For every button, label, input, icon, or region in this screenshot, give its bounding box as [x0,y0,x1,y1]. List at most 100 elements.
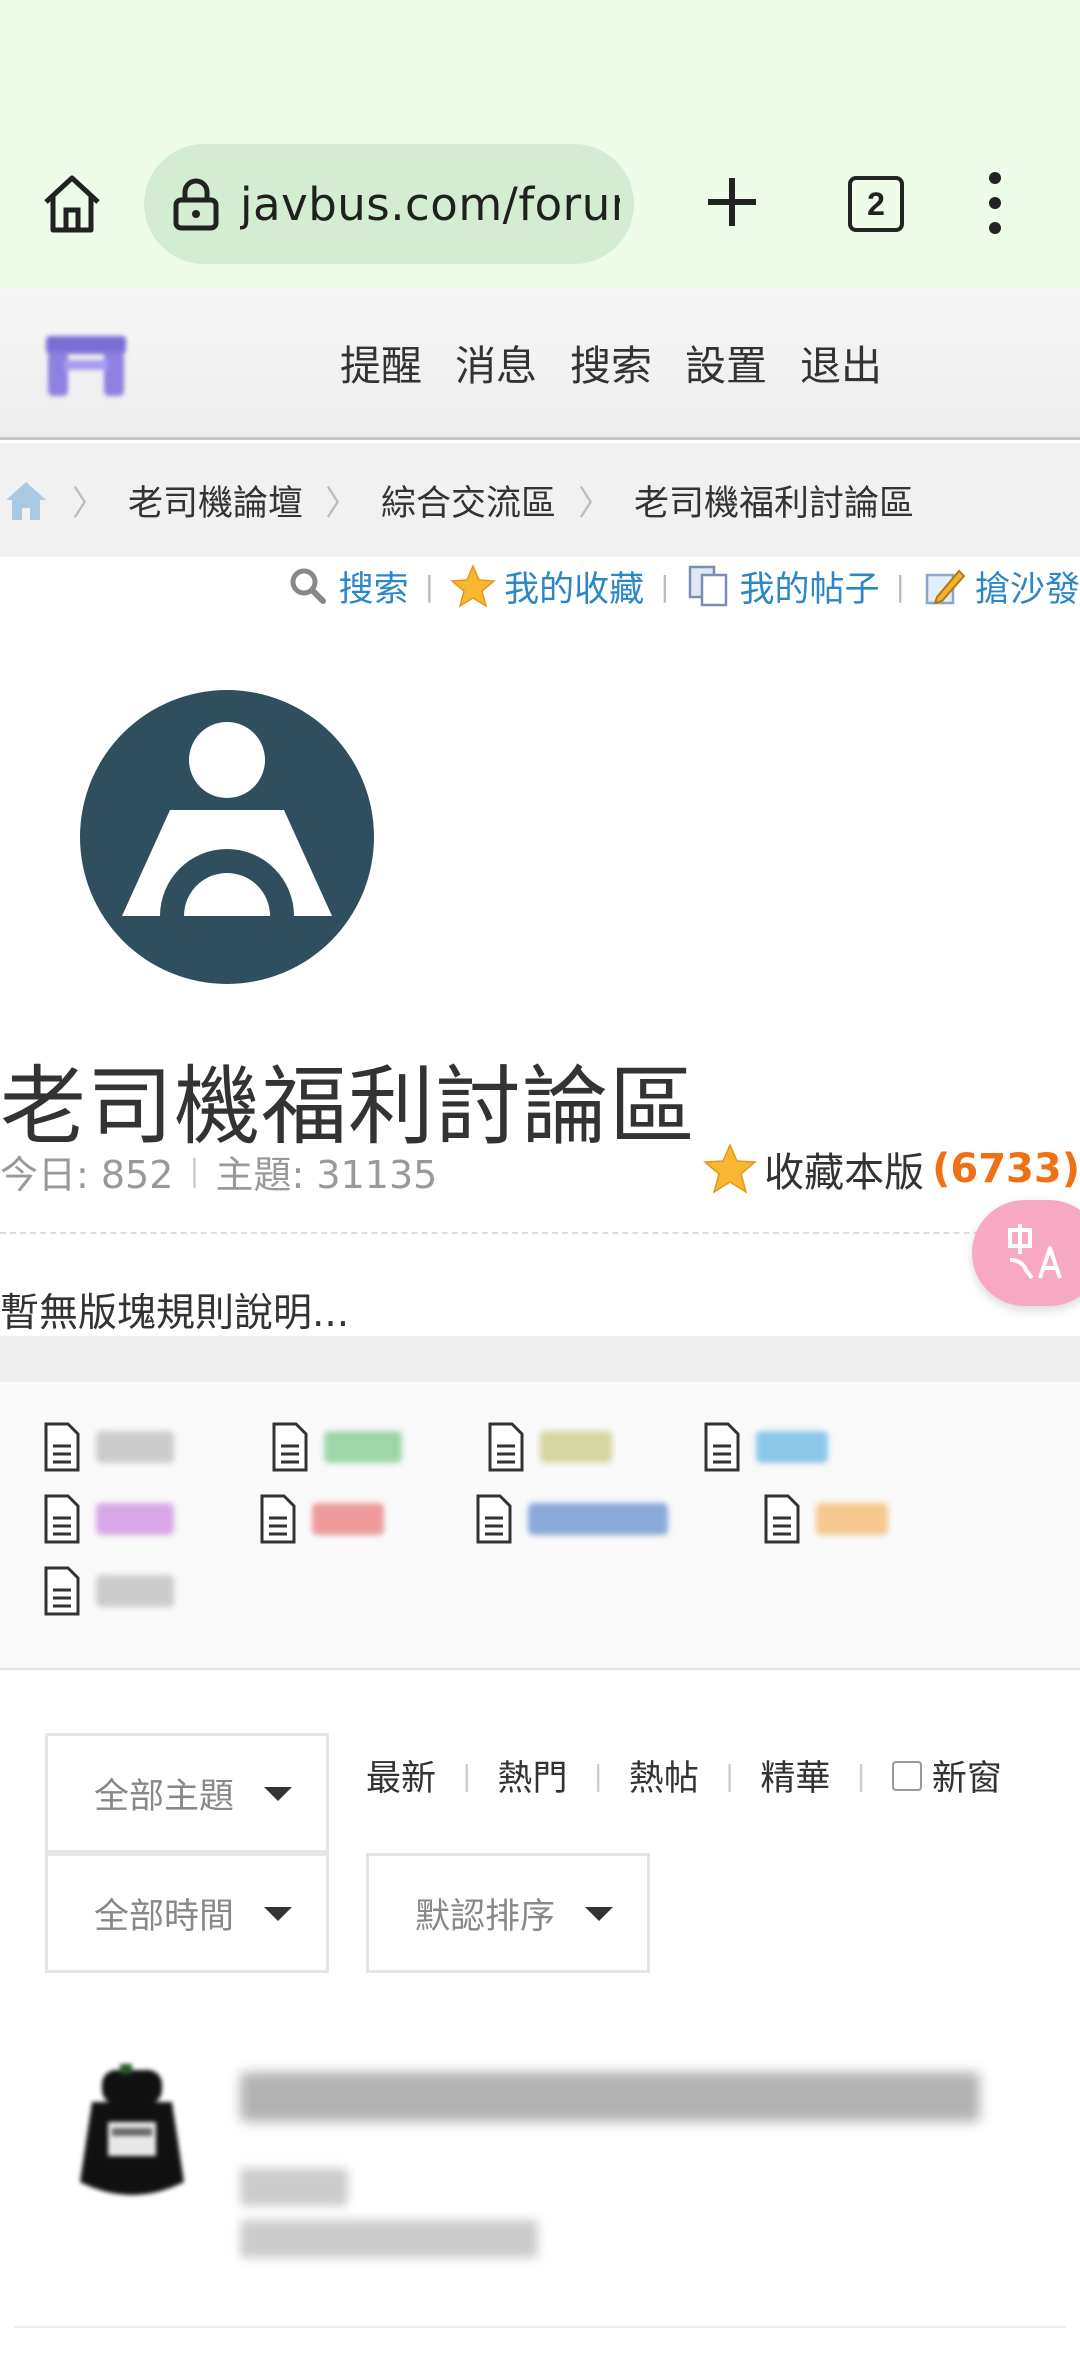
breadcrumb: 〉 老司機論壇 〉 綜合交流區 〉 老司機福利討論區 [0,443,1080,557]
top-nav: 提醒 消息 搜索 設置 退出 [340,332,882,392]
breadcrumb-separator: 〉 [72,483,106,524]
sort-select[interactable]: 默認排序 [366,1853,650,1973]
document-icon [764,1494,800,1544]
type-select-value: 全部主題 [94,1776,235,1817]
thread-types [0,1382,1080,1670]
document-icon [44,1566,80,1616]
thread-type-tag[interactable] [762,1494,888,1544]
thread-type-tag[interactable] [474,1494,668,1544]
separator: | [424,569,435,603]
new-tab-icon[interactable] [700,170,764,234]
time-select-value: 全部時間 [94,1896,235,1937]
blurred-tag-label [816,1503,888,1535]
board-rules: 暫無版塊規則說明... [0,1291,350,1336]
quick-link-my-posts[interactable]: 我的帖子 [686,561,880,612]
filter-links: 最新 | 熱門 | 熱帖 | 精華 | 新窗 [366,1750,1002,1801]
nav-search[interactable]: 搜索 [570,332,652,392]
separator: | [593,1759,603,1792]
site-logo[interactable] [38,324,134,406]
time-select[interactable]: 全部時間 [45,1853,329,1973]
thread-type-tag[interactable] [702,1422,828,1472]
thread-type-tag[interactable] [42,1494,174,1544]
blurred-tag-label [96,1431,174,1463]
translate-icon [1008,1224,1062,1280]
quick-link-favorites-label: 我的收藏 [504,569,645,610]
divider [0,1232,1080,1234]
quick-link-search[interactable]: 搜索 [285,561,409,612]
breadcrumb-item[interactable]: 綜合交流區 [381,475,556,526]
blurred-tag-label [540,1431,612,1463]
separator: | [189,1154,200,1189]
caret-down-icon [264,1787,292,1801]
document-icon [488,1422,524,1472]
translate-button[interactable] [972,1200,1080,1306]
search-icon [290,568,326,604]
star-icon [450,564,496,608]
filter-hot[interactable]: 熱帖 [629,1750,699,1801]
browser-toolbar: javbus.com/forum 2 [0,0,1080,288]
nav-messages[interactable]: 消息 [455,332,537,392]
quick-link-favorites[interactable]: 我的收藏 [450,561,644,612]
favorite-board-button[interactable]: 收藏本版 (6733) [702,1140,1080,1198]
avatar[interactable] [72,2062,192,2212]
favorite-board-label: 收藏本版 [764,1150,925,1196]
type-select[interactable]: 全部主題 [45,1733,329,1853]
caret-down-icon [585,1907,613,1921]
filter-popular[interactable]: 熱門 [497,1750,567,1801]
separator: | [895,569,905,603]
nav-settings[interactable]: 設置 [685,332,767,392]
blurred-thread-author [240,2168,348,2206]
blurred-tag-label [96,1503,174,1535]
separator: | [660,569,670,603]
home-icon[interactable] [36,168,108,240]
nav-reminders[interactable]: 提醒 [340,332,422,392]
blurred-tag-label [756,1431,828,1463]
today-count: 今日: 852 [0,1153,174,1197]
forum-title: 老司機福利討論區 [0,1057,696,1157]
new-window-checkbox[interactable] [891,1760,922,1791]
sort-select-value: 默認排序 [415,1896,556,1937]
quick-link-sofa-label: 搶沙發 [974,569,1080,610]
breadcrumb-separator: 〉 [325,483,360,524]
lock-icon [173,178,219,231]
thread-type-tag[interactable] [270,1422,402,1472]
quick-link-my-posts-label: 我的帖子 [739,569,880,610]
separator: | [856,1759,866,1792]
topic-count: 主題: 31135 [215,1153,438,1197]
divider [14,2326,1066,2328]
breadcrumb-item[interactable]: 老司機論壇 [128,475,303,526]
quick-links: 搜索 | 我的收藏 | 我的帖子 | 搶沙發 [285,560,1080,612]
blurred-thread-date [240,2220,538,2258]
filter-latest[interactable]: 最新 [366,1750,436,1801]
new-window-label: 新窗 [931,1759,1002,1799]
filter-digest[interactable]: 精華 [760,1750,830,1801]
favorite-count: (6733) [932,1146,1080,1192]
thread-type-tag[interactable] [258,1494,384,1544]
more-icon[interactable] [980,170,1010,236]
tabs-icon[interactable]: 2 [848,176,904,232]
address-bar[interactable]: javbus.com/forum [144,144,634,264]
forum-icon [80,690,374,984]
url-text[interactable]: javbus.com/forum [240,178,620,231]
blurred-tag-label [324,1431,402,1463]
site-header: 提醒 消息 搜索 設置 退出 [0,288,1080,440]
quick-link-sofa[interactable]: 搶沙發 [921,561,1080,612]
document-icon [260,1494,296,1544]
document-icon [272,1422,308,1472]
blurred-tag-label [528,1503,668,1535]
blurred-tag-label [96,1575,174,1607]
thread-type-tag[interactable] [486,1422,612,1472]
breadcrumb-item[interactable]: 老司機福利討論區 [634,475,914,526]
document-icon [44,1422,80,1472]
nav-logout[interactable]: 退出 [800,332,882,392]
thread-type-tag[interactable] [42,1422,174,1472]
document-icon [44,1494,80,1544]
home-icon[interactable] [2,478,50,522]
pencil-icon [925,569,966,605]
star-icon [703,1143,758,1194]
thread-type-tag[interactable] [42,1566,174,1616]
section-gap [0,1336,1080,1382]
blurred-thread-title[interactable] [240,2072,980,2122]
separator: | [724,1759,735,1792]
caret-down-icon [264,1907,292,1921]
